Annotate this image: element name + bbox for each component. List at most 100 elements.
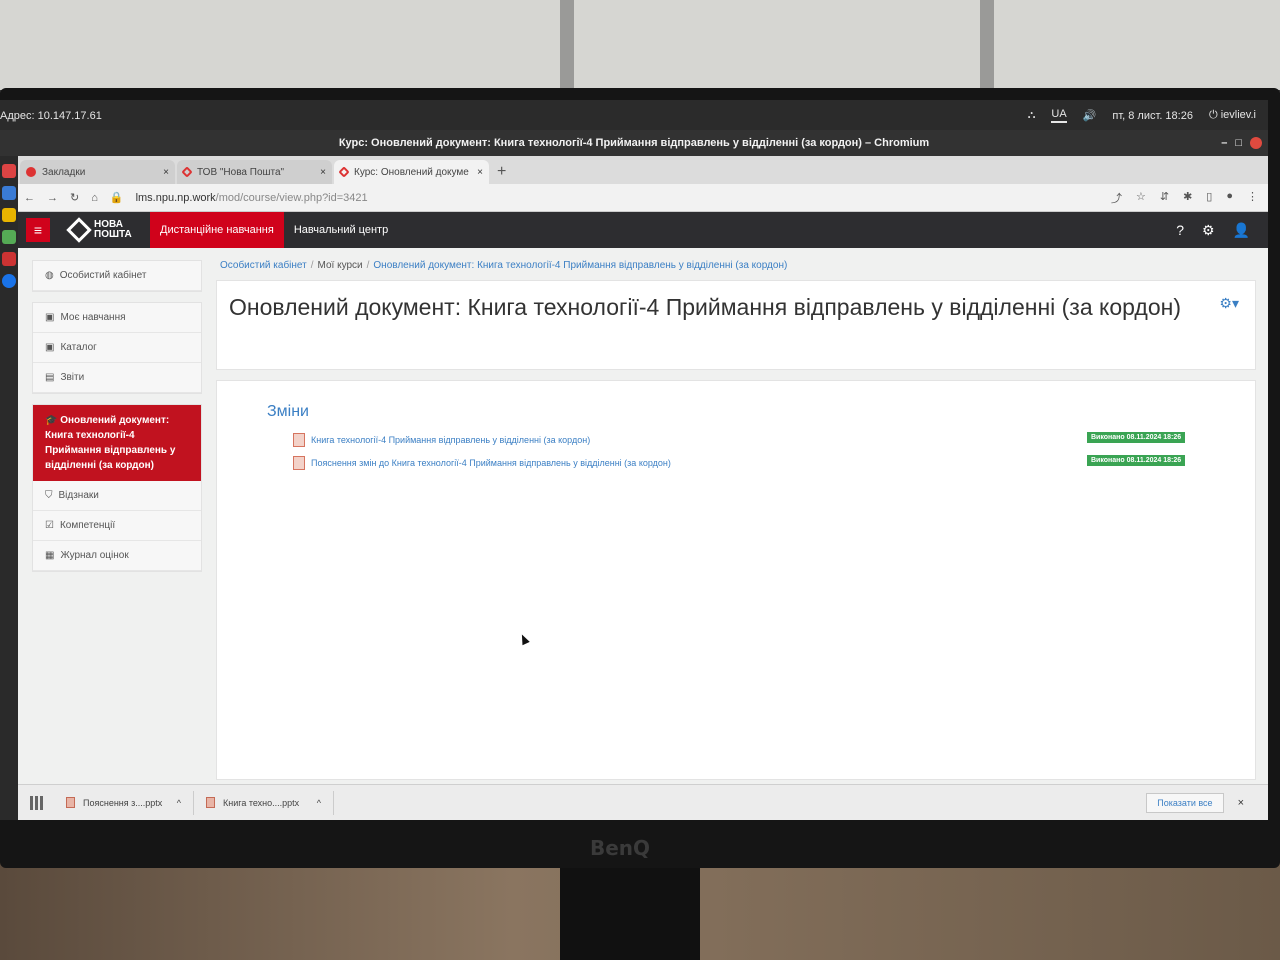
tab-close-icon[interactable]: × [320,167,326,178]
help-icon[interactable]: ? [1176,222,1184,239]
breadcrumb-separator: / [366,260,370,271]
keyboard-layout[interactable]: UA [1051,108,1067,123]
logo-mark-icon [66,217,92,243]
new-tab-button[interactable]: + [497,160,506,184]
show-all-downloads-button[interactable]: Показати все [1146,792,1224,813]
completion-badge: Виконано 08.11.2024 18:26 [1087,432,1186,443]
forward-icon[interactable]: → [47,192,58,204]
logo-line: ПОШТА [94,229,132,240]
sidebar-item-label: Відзнаки [58,490,99,501]
tab-course[interactable]: Курс: Оновлений докуме × [334,160,489,184]
wall-post [980,0,994,90]
pptx-file-icon [66,797,75,808]
download-name: Книга техно....pptx [223,797,300,808]
page-header-card: Оновлений документ: Книга технології-4 П… [216,280,1256,370]
screen: Адрес: 10.147.17.61 ⛬ UA 🔊 пт, 8 лист. 1… [0,100,1268,820]
download-bar: Пояснення з....pptx ^ Книга техно....ppt… [18,784,1268,820]
sidebar-block: ◍ Особистий кабінет [32,260,202,292]
activity-link[interactable]: Пояснення змін до Книга технології-4 При… [311,458,671,468]
sidebar: ◍ Особистий кабінет ▣ Моє навчання ▣ Катало… [32,260,202,582]
check-icon: ☑ [45,520,54,531]
sidebar-item-catalog[interactable]: ▣ Каталог [33,333,201,363]
breadcrumb-home[interactable]: Особистий кабінет [220,260,307,271]
lock-icon: 🔒 [109,192,124,204]
user-icon[interactable]: 👤 [1233,222,1250,239]
activity-item[interactable]: Пояснення змін до Книга технології-4 При… [293,455,1193,470]
user-menu[interactable]: ⏻ ievliev.i [1209,109,1256,122]
sidebar-item-competencies[interactable]: ☑ Компетенції [33,511,201,541]
download-item[interactable]: Книга техно....pptx ^ [194,790,334,815]
url-input[interactable]: lms.npu.np.work/mod/course/view.php?id=3… [136,192,368,204]
bookmark-favicon-icon [26,167,36,177]
sidebar-item-label: Компетенції [59,520,116,531]
ip-address: Адрес: 10.147.17.61 [0,110,102,122]
nova-poshta-logo[interactable]: НОВА ПОШТА [66,217,150,243]
tab-bookmarks[interactable]: Закладки × [20,160,175,184]
reload-icon[interactable]: ↻ [70,191,79,204]
chevron-up-icon[interactable]: ^ [177,798,181,808]
translate-icon[interactable]: ⇵ [1160,190,1169,206]
volume-icon[interactable]: 🔊 [1083,109,1097,122]
menu-button[interactable]: ≡ [26,218,50,242]
sidebar-block: 🎓 Оновлений документ: Книга технології-4… [32,404,202,572]
site-header: ≡ НОВА ПОШТА Дистанційне навчання Навчаль… [18,212,1268,248]
minimize-button[interactable]: – [1221,130,1227,156]
sidebar-item-reports[interactable]: ▤ Звіти [33,363,201,393]
presentation-file-icon [293,433,305,447]
url-host: lms.npu.np.work [135,191,216,204]
network-icon[interactable]: ⛬ [1028,109,1036,122]
app-icon[interactable] [2,208,16,222]
nav-training-center[interactable]: Навчальний центр [284,212,398,248]
star-icon[interactable]: ☆ [1136,190,1146,206]
back-icon[interactable]: ← [24,192,35,204]
completion-badge: Виконано 08.11.2024 18:26 [1087,455,1186,466]
close-download-bar-button[interactable]: × [1238,797,1244,809]
window-title-text: Курс: Оновлений документ: Книга технолог… [338,137,930,149]
table-icon: ▦ [45,550,55,561]
book-icon: ▣ [45,312,55,323]
sidebar-item-label: Оновлений документ: Книга технології-4 П… [45,415,176,471]
sidebar-item-dashboard[interactable]: ◍ Особистий кабінет [33,261,201,291]
profile-icon[interactable]: ● [1226,190,1233,206]
extensions-icon[interactable]: ✱ [1183,190,1192,206]
breadcrumb-my-courses[interactable]: Мої курси [318,260,363,271]
pptx-file-icon [206,797,215,808]
tab-label: ТОВ "Нова Пошта" [197,166,285,178]
breadcrumb-current[interactable]: Оновлений документ: Книга технології-4 П… [373,260,787,271]
tab-close-icon[interactable]: × [163,167,169,178]
settings-icon[interactable]: ⚙ [1202,222,1215,239]
browser-menu-icon[interactable]: ⋮ [1247,190,1258,206]
clock[interactable]: пт, 8 лист. 18:26 [1112,110,1193,122]
breadcrumb: Особистий кабінет / Мої курси / Оновлений до… [220,260,1260,280]
sidebar-item-grades[interactable]: ▦ Журнал оцінок [33,541,201,571]
download-item[interactable]: Пояснення з....pptx ^ [54,790,194,815]
catalog-icon: ▣ [45,342,55,353]
app-icon[interactable] [2,186,16,200]
share-icon[interactable]: ⤴ [1111,190,1122,206]
sidebar-item-current-course[interactable]: 🎓 Оновлений документ: Книга технології-4… [33,405,201,481]
close-window-button[interactable] [1250,137,1262,149]
activity-link[interactable]: Книга технології-4 Приймання відправлень… [311,435,590,445]
app-icon[interactable] [2,252,16,266]
chromium-icon[interactable] [2,274,16,288]
course-settings-gear-icon[interactable]: ⚙▾ [1219,295,1239,312]
monitor-brand-logo: BenQ [590,836,651,860]
chevron-up-icon[interactable]: ^ [317,798,321,808]
home-icon[interactable]: ⌂ [91,192,98,204]
nav-distance-learning[interactable]: Дистанційне навчання [150,212,284,248]
dock [0,156,18,820]
maximize-button[interactable]: □ [1235,130,1242,156]
sidepanel-icon[interactable]: ▯ [1206,190,1212,206]
sidebar-item-badges[interactable]: ⛉ Відзнаки [33,481,201,511]
activity-item[interactable]: Книга технології-4 Приймання відправлень… [293,432,1193,447]
app-icon[interactable] [2,230,16,244]
os-top-bar: Адрес: 10.147.17.61 ⛬ UA 🔊 пт, 8 лист. 1… [0,100,1268,130]
apps-grid-icon[interactable] [30,795,44,810]
sidebar-item-my-learning[interactable]: ▣ Моє навчання [33,303,201,333]
url-path: /mod/course/view.php?id=3421 [215,191,368,204]
tab-close-icon[interactable]: × [477,167,483,178]
breadcrumb-separator: / [310,260,314,271]
sidebar-item-label: Моє навчання [60,312,126,323]
app-icon[interactable] [2,164,16,178]
tab-nova-poshta[interactable]: ТОВ "Нова Пошта" × [177,160,332,184]
